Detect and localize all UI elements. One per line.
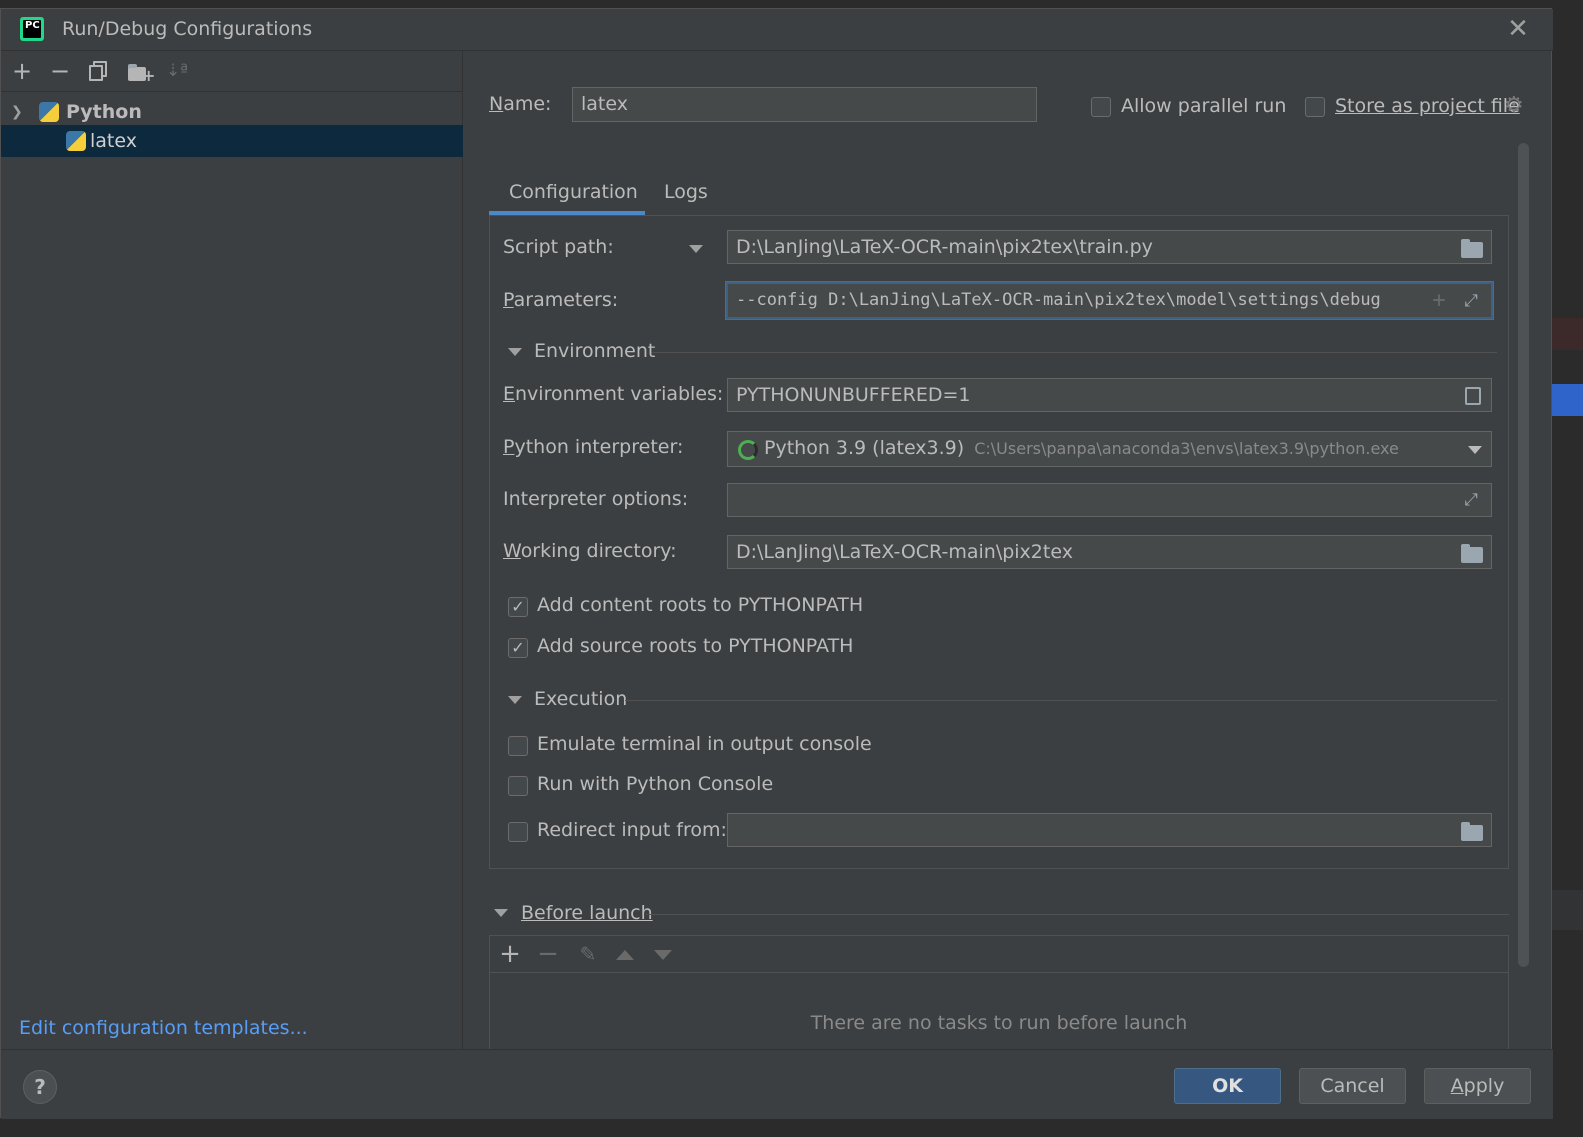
sort-icon[interactable]: ⇣ª [165, 59, 189, 83]
store-project-checkbox[interactable] [1305, 97, 1325, 117]
execution-collapse-icon[interactable] [508, 696, 522, 704]
ide-backdrop-line [1552, 890, 1583, 930]
add-content-roots-checkbox[interactable]: ✓ [508, 597, 528, 617]
expand-icon[interactable]: ⤢ [1460, 490, 1482, 510]
redirect-input-checkbox[interactable] [508, 822, 528, 842]
working-dir-label: Working directory: [503, 540, 677, 562]
help-button[interactable]: ? [23, 1070, 57, 1104]
dialog-title: Run/Debug Configurations [62, 18, 313, 40]
before-launch-divider [646, 914, 1509, 915]
remove-task-button[interactable]: − [536, 941, 560, 967]
redirect-input-field[interactable] [727, 813, 1492, 847]
name-label: Name: [489, 93, 552, 115]
add-source-roots-checkbox[interactable]: ✓ [508, 638, 528, 658]
move-down-icon[interactable] [654, 950, 672, 960]
tree-item-label: latex [90, 130, 137, 152]
expand-icon[interactable]: ⤢ [1460, 291, 1482, 311]
allow-parallel-label: Allow parallel run [1121, 95, 1287, 117]
environment-section-title: Environment [534, 340, 656, 362]
tab-configuration[interactable]: Configuration [509, 181, 638, 203]
folder-icon[interactable] [1461, 544, 1483, 563]
script-path-mode-dropdown[interactable] [689, 245, 703, 253]
form-scrollbar[interactable] [1518, 143, 1529, 967]
execution-section-title: Execution [534, 688, 628, 710]
script-path-label: Script path: [503, 236, 614, 258]
parameters-input[interactable]: --config D:\LanJing\LaTeX-OCR-main\pix2t… [726, 282, 1493, 319]
edit-task-pencil-icon[interactable]: ✎ [576, 942, 600, 966]
dialog-button-bar: ? OK Cancel Apply [1, 1049, 1553, 1119]
add-configuration-button[interactable]: + [10, 59, 34, 83]
emulate-terminal-checkbox[interactable] [508, 736, 528, 756]
store-project-label: Store as project file [1335, 95, 1520, 117]
name-input[interactable]: latex [572, 87, 1037, 122]
plus-icon[interactable]: + [1428, 290, 1450, 312]
run-python-console-checkbox[interactable] [508, 776, 528, 796]
toolbar-separator [1, 91, 463, 92]
interpreter-select[interactable]: Python 3.9 (latex3.9) C:\Users\panpa\ana… [727, 431, 1492, 467]
working-dir-value: D:\LanJing\LaTeX-OCR-main\pix2tex [736, 541, 1073, 563]
ide-backdrop-marker [1552, 318, 1583, 350]
env-vars-label: Environment variables: [503, 383, 724, 405]
gear-icon[interactable]: ⚙ [1504, 93, 1524, 118]
before-launch-toolbar-divider [490, 972, 1508, 973]
run-python-console-label: Run with Python Console [537, 773, 774, 795]
python-logo-icon [66, 131, 86, 151]
add-task-button[interactable]: + [498, 941, 522, 967]
before-launch-section-title: Before launch [521, 902, 653, 924]
allow-parallel-checkbox[interactable] [1091, 97, 1111, 117]
python-logo-icon [39, 102, 59, 122]
new-folder-button[interactable]: + [128, 63, 155, 84]
configuration-panel: Script path: D:\LanJing\LaTeX-OCR-main\p… [489, 215, 1509, 869]
move-up-icon[interactable] [616, 950, 634, 960]
chevron-down-icon[interactable] [1468, 446, 1482, 454]
configurations-sidebar: + − + ⇣ª ❯ Python latex Edit configurati… [1, 51, 463, 1049]
folder-icon[interactable] [1461, 239, 1483, 258]
tree-item-latex[interactable]: latex [1, 125, 463, 157]
tree-group-label: Python [66, 101, 142, 123]
chevron-down-icon[interactable]: ❯ [11, 99, 29, 125]
remove-configuration-button[interactable]: − [48, 59, 72, 83]
interp-options-input[interactable]: ⤢ [727, 483, 1492, 517]
copy-configuration-button[interactable] [89, 61, 109, 81]
edit-templates-link[interactable]: Edit configuration templates... [19, 1017, 308, 1039]
interpreter-name: Python 3.9 (latex3.9) [764, 437, 965, 459]
cancel-button[interactable]: Cancel [1299, 1068, 1406, 1104]
before-launch-collapse-icon[interactable] [494, 909, 508, 917]
env-vars-input[interactable]: PYTHONUNBUFFERED=1 [727, 378, 1492, 412]
interp-options-label: Interpreter options: [503, 488, 689, 510]
script-path-input[interactable]: D:\LanJing\LaTeX-OCR-main\pix2tex\train.… [727, 230, 1492, 264]
pycharm-logo-icon: PC [20, 17, 44, 41]
ide-backdrop-right [1552, 0, 1583, 1137]
loading-spinner-icon [738, 440, 758, 460]
redirect-input-label: Redirect input from: [537, 819, 727, 841]
parameters-value: --config D:\LanJing\LaTeX-OCR-main\pix2t… [736, 290, 1381, 310]
tab-logs[interactable]: Logs [664, 181, 708, 203]
ide-backdrop-top [0, 0, 1583, 8]
edit-list-icon[interactable] [1465, 387, 1481, 405]
title-bar: PC Run/Debug Configurations ✕ [1, 9, 1553, 51]
ok-button[interactable]: OK [1174, 1068, 1281, 1104]
add-source-roots-label: Add source roots to PYTHONPATH [537, 635, 854, 657]
no-tasks-text: There are no tasks to run before launch [810, 1012, 1188, 1034]
apply-button[interactable]: Apply [1424, 1068, 1531, 1104]
environment-collapse-icon[interactable] [508, 348, 522, 356]
script-path-value: D:\LanJing\LaTeX-OCR-main\pix2tex\train.… [736, 236, 1153, 258]
working-dir-input[interactable]: D:\LanJing\LaTeX-OCR-main\pix2tex [727, 535, 1492, 569]
add-content-roots-label: Add content roots to PYTHONPATH [537, 594, 864, 616]
run-debug-dialog: PC Run/Debug Configurations ✕ + − + ⇣ª ❯… [0, 8, 1553, 1119]
close-icon[interactable]: ✕ [1504, 15, 1532, 43]
before-launch-panel: + − ✎ There are no tasks to run before l… [489, 935, 1509, 1049]
interpreter-path: C:\Users\panpa\anaconda3\envs\latex3.9\p… [974, 439, 1399, 458]
tree-group-python[interactable]: ❯ Python [11, 99, 463, 125]
interpreter-label: Python interpreter: [503, 436, 684, 458]
folder-icon[interactable] [1461, 822, 1483, 841]
execution-divider [625, 700, 1497, 701]
env-vars-value: PYTHONUNBUFFERED=1 [736, 384, 971, 406]
emulate-terminal-label: Emulate terminal in output console [537, 733, 872, 755]
ide-backdrop-selection [1552, 384, 1583, 416]
configuration-form: Name: latex Allow parallel run Store as … [464, 51, 1552, 1049]
parameters-label: Parameters: [503, 289, 619, 311]
environment-divider [652, 352, 1497, 353]
